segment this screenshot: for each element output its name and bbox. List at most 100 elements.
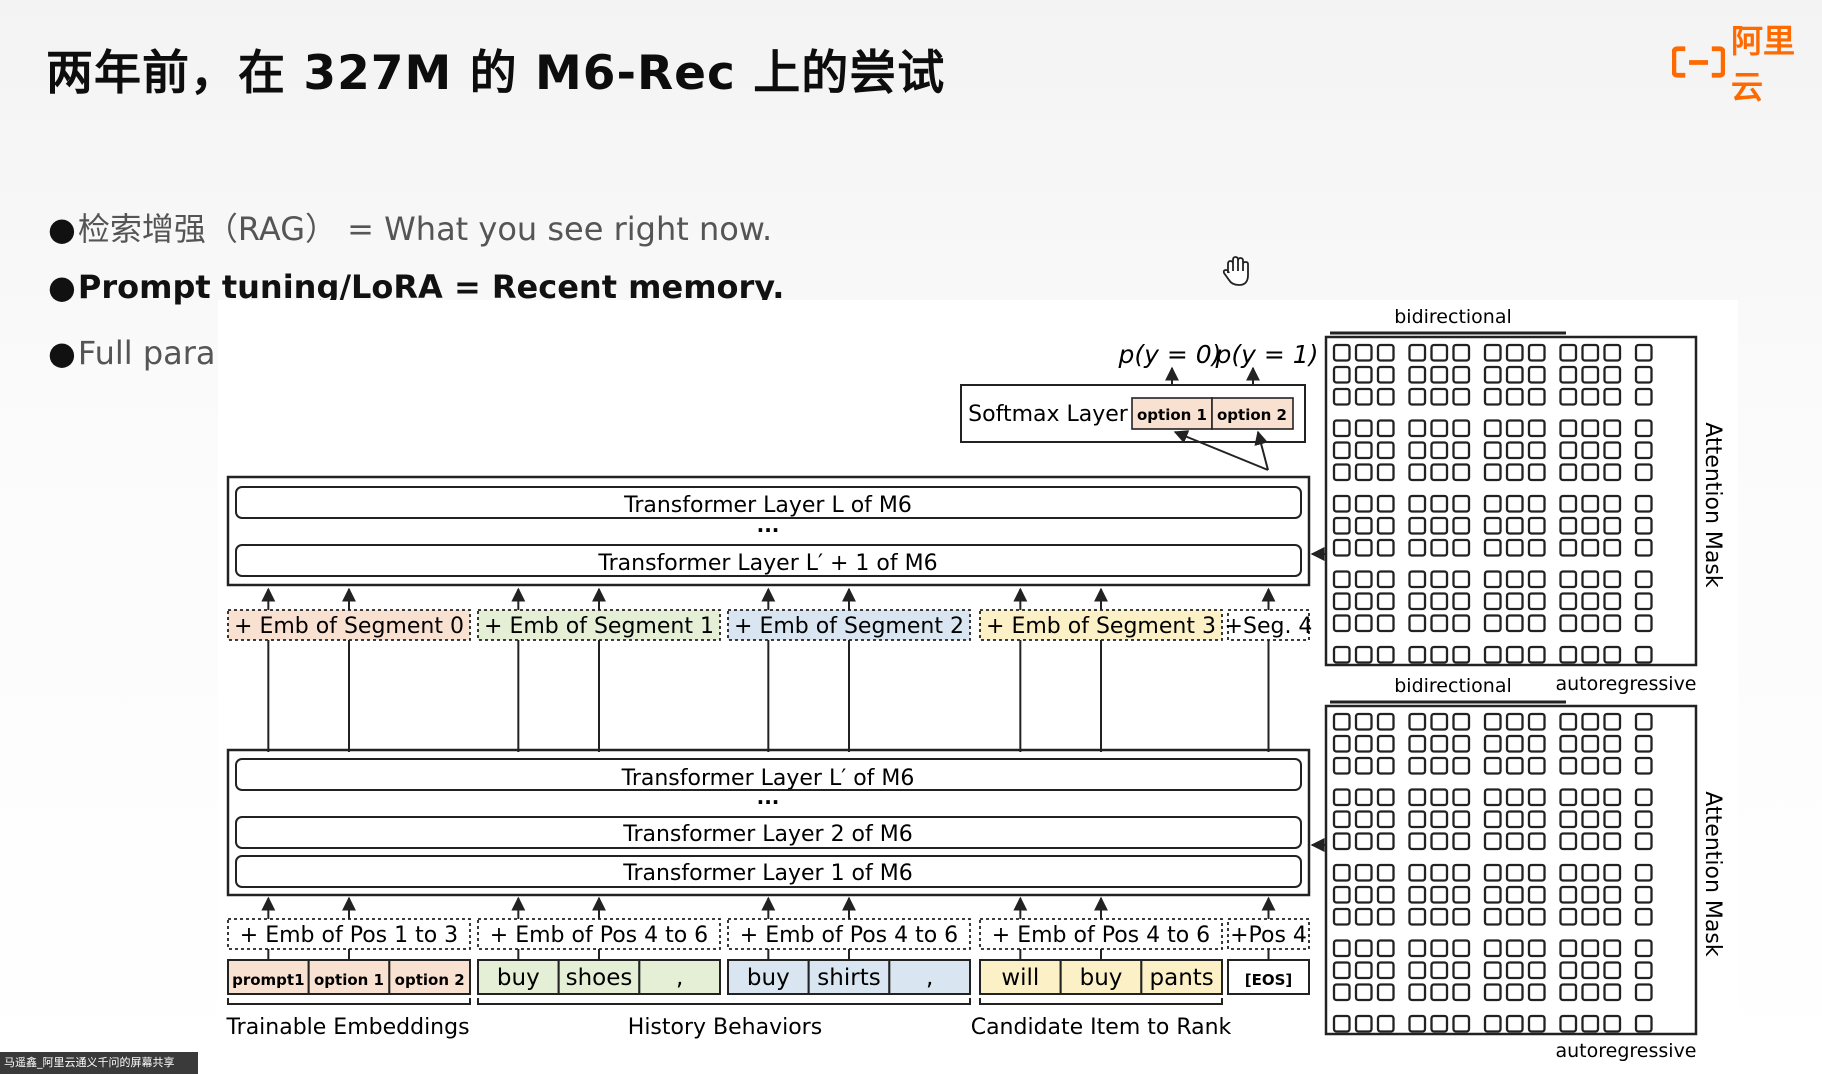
- mask-cell: [1603, 516, 1622, 535]
- token-label: buy: [497, 965, 540, 991]
- mask-cell: [1527, 983, 1546, 1002]
- mask-cell: [1634, 907, 1653, 926]
- mask-cell: [1603, 463, 1622, 482]
- mask-cell: [1408, 419, 1427, 438]
- mask-cell: [1430, 538, 1449, 557]
- mask-cell: [1332, 1014, 1351, 1033]
- mask-cell: [1332, 343, 1351, 362]
- mask-cell: [1505, 387, 1524, 406]
- mask-cell: [1483, 614, 1502, 633]
- mask-cell: [1483, 538, 1502, 557]
- mask-cell: [1634, 387, 1653, 406]
- token-label: prompt1: [232, 971, 304, 989]
- mask-cell: [1376, 756, 1395, 775]
- mask-cell: [1505, 570, 1524, 589]
- mask-cell: [1430, 570, 1449, 589]
- mask-cell: [1634, 614, 1653, 633]
- mask-cell: [1505, 614, 1524, 633]
- mask-cell: [1430, 832, 1449, 851]
- mask-cell: [1376, 983, 1395, 1002]
- mask-cell: [1527, 614, 1546, 633]
- mask-cell: [1430, 961, 1449, 980]
- mask-cell: [1603, 939, 1622, 958]
- mask-cell: [1452, 592, 1471, 611]
- mask-cell: [1505, 983, 1524, 1002]
- mask-cell: [1354, 516, 1373, 535]
- mask-cell: [1354, 343, 1373, 362]
- mask-cell: [1354, 494, 1373, 513]
- mask-cell: [1603, 961, 1622, 980]
- mask-cell: [1332, 592, 1351, 611]
- mask-cell: [1483, 592, 1502, 611]
- mask-cell: [1408, 1014, 1427, 1033]
- segment-embedding-label: + Emb of Segment 3: [986, 614, 1216, 639]
- prob-y0-label: p(y = 0): [1118, 340, 1222, 369]
- mask-cell: [1430, 387, 1449, 406]
- mask-cell: [1354, 734, 1373, 753]
- mask-cell: [1559, 734, 1578, 753]
- mask-cell: [1332, 614, 1351, 633]
- mask-cell: [1634, 441, 1653, 460]
- mask-cell: [1527, 712, 1546, 731]
- mask-cell: [1332, 832, 1351, 851]
- mask-cell: [1634, 983, 1653, 1002]
- mask-cell: [1634, 343, 1653, 362]
- transformer-layer-L-label: Transformer Layer L of M6: [623, 493, 912, 518]
- mask-cell: [1603, 712, 1622, 731]
- mask-cell: [1527, 939, 1546, 958]
- mask-cell: [1376, 365, 1395, 384]
- mask-cell: [1354, 1014, 1373, 1033]
- mask-cell: [1559, 712, 1578, 731]
- mask-cell: [1354, 365, 1373, 384]
- mask-cell: [1452, 463, 1471, 482]
- mask-cell: [1634, 570, 1653, 589]
- mask-cell: [1603, 387, 1622, 406]
- mask-cell: [1581, 516, 1600, 535]
- mask-cell: [1354, 538, 1373, 557]
- segment-embedding-row: + Emb of Segment 0 + Emb of Segment 1 + Em…: [227, 609, 1312, 641]
- mask-cell: [1354, 614, 1373, 633]
- mask-cell: [1452, 343, 1471, 362]
- token-label: will: [1001, 965, 1039, 991]
- mask-cell: [1527, 810, 1546, 829]
- mask-cell: [1408, 516, 1427, 535]
- mask-cell: [1483, 907, 1502, 926]
- mask-cell: [1603, 788, 1622, 807]
- mask-cell: [1332, 419, 1351, 438]
- mask-cell: [1452, 939, 1471, 958]
- mask-cell: [1559, 463, 1578, 482]
- group-label: Candidate Item to Rank: [971, 1015, 1232, 1040]
- position-embedding-label: + Emb of Pos 4 to 6: [490, 923, 708, 948]
- mask-cell: [1452, 1014, 1471, 1033]
- mask-cell: [1505, 788, 1524, 807]
- mask-cell: [1332, 983, 1351, 1002]
- mask-cell: [1332, 387, 1351, 406]
- screen-share-badge: 马遥鑫_阿里云通义千问的屏幕共享: [0, 1052, 198, 1074]
- softmax-option-2-label: option 2: [1217, 406, 1287, 424]
- mask-cell: [1527, 734, 1546, 753]
- mask-cell: [1354, 939, 1373, 958]
- mask-cell: [1505, 939, 1524, 958]
- mask-cell: [1376, 712, 1395, 731]
- mask-cell: [1581, 538, 1600, 557]
- mask-cell: [1452, 907, 1471, 926]
- mask-cell: [1430, 939, 1449, 958]
- mask-cell: [1581, 939, 1600, 958]
- mask-cell: [1408, 983, 1427, 1002]
- mask-cell: [1559, 614, 1578, 633]
- mask-cell: [1505, 538, 1524, 557]
- mask-cell: [1408, 645, 1427, 664]
- mask-cell: [1505, 441, 1524, 460]
- mask-cell: [1332, 463, 1351, 482]
- mask-cell: [1332, 863, 1351, 882]
- mask-cell: [1452, 645, 1471, 664]
- mask-cell: [1408, 441, 1427, 460]
- mask-cell: [1376, 734, 1395, 753]
- mask-cell: [1332, 734, 1351, 753]
- mask-cell: [1452, 570, 1471, 589]
- mask-cell: [1634, 885, 1653, 904]
- mask-cell: [1430, 885, 1449, 904]
- transformer-layer-1-label: Transformer Layer 1 of M6: [622, 861, 913, 886]
- mask-cell: [1559, 419, 1578, 438]
- mask-cell: [1581, 441, 1600, 460]
